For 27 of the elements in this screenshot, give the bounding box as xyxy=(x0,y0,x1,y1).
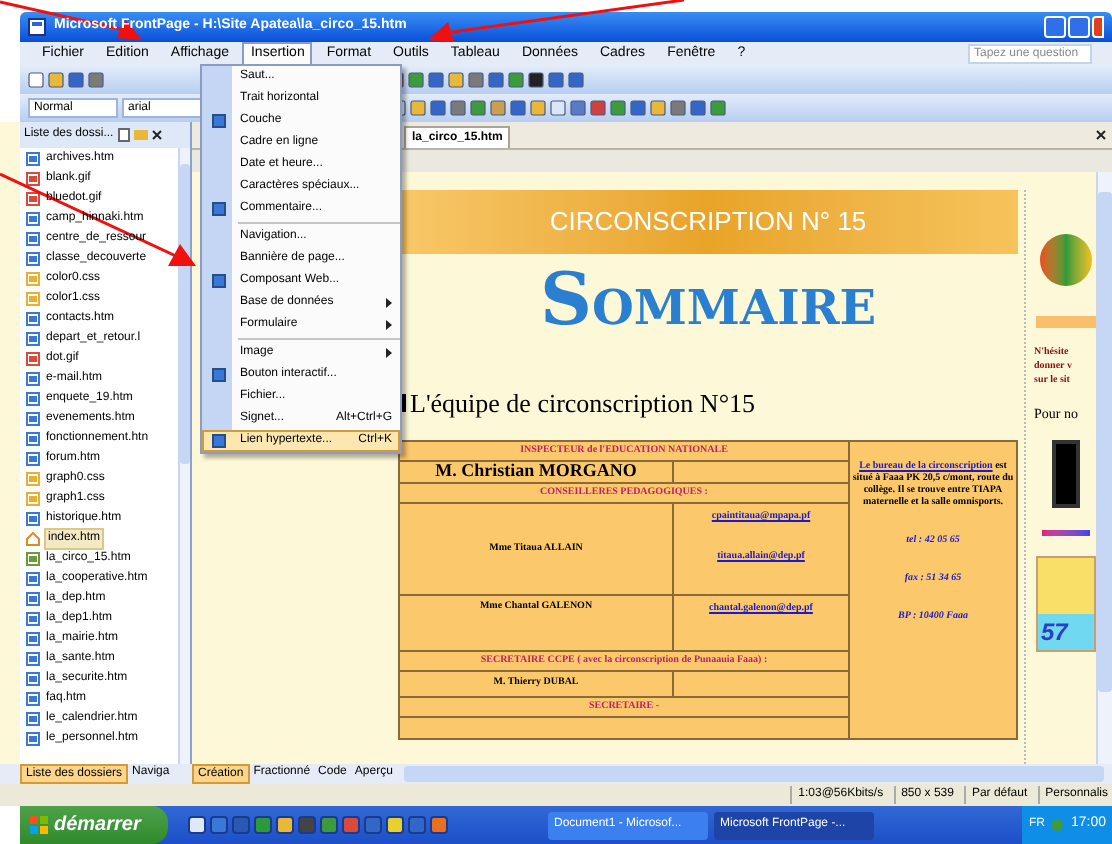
folder-icon xyxy=(133,128,148,141)
logo-drawing xyxy=(1039,233,1091,286)
banner-title: CIRCONSCRIPTION N° 15 xyxy=(549,204,867,241)
maximize-button[interactable] xyxy=(1068,15,1090,38)
image-number: 57 xyxy=(1037,614,1093,651)
page-icon xyxy=(117,127,130,142)
decorative-strip xyxy=(1035,315,1095,328)
page-icon xyxy=(26,512,40,527)
close-icon[interactable] xyxy=(151,129,162,140)
image-icon xyxy=(26,352,40,367)
home-icon xyxy=(26,532,40,547)
start-button[interactable]: démarrer xyxy=(20,806,168,844)
gradient-strip xyxy=(1041,530,1089,537)
scrollbar[interactable] xyxy=(1096,171,1112,765)
minimize-button[interactable] xyxy=(1044,15,1066,38)
scrollbar[interactable] xyxy=(178,147,190,765)
horizontal-scrollbar[interactable] xyxy=(404,766,1104,783)
subheading: L'équipe de circonscription N°15 xyxy=(410,385,756,422)
page-heading: SOMMAIRE xyxy=(539,255,877,346)
close-icon[interactable] xyxy=(1096,129,1106,140)
pencil-icon xyxy=(26,552,40,567)
windows-logo-icon xyxy=(30,816,48,834)
page-icon xyxy=(26,152,40,167)
app-icon xyxy=(28,17,46,36)
table-cell-text: M. Christian MORGANO xyxy=(435,458,637,485)
close-button[interactable] xyxy=(1092,15,1104,38)
image-placeholder xyxy=(1051,440,1079,509)
